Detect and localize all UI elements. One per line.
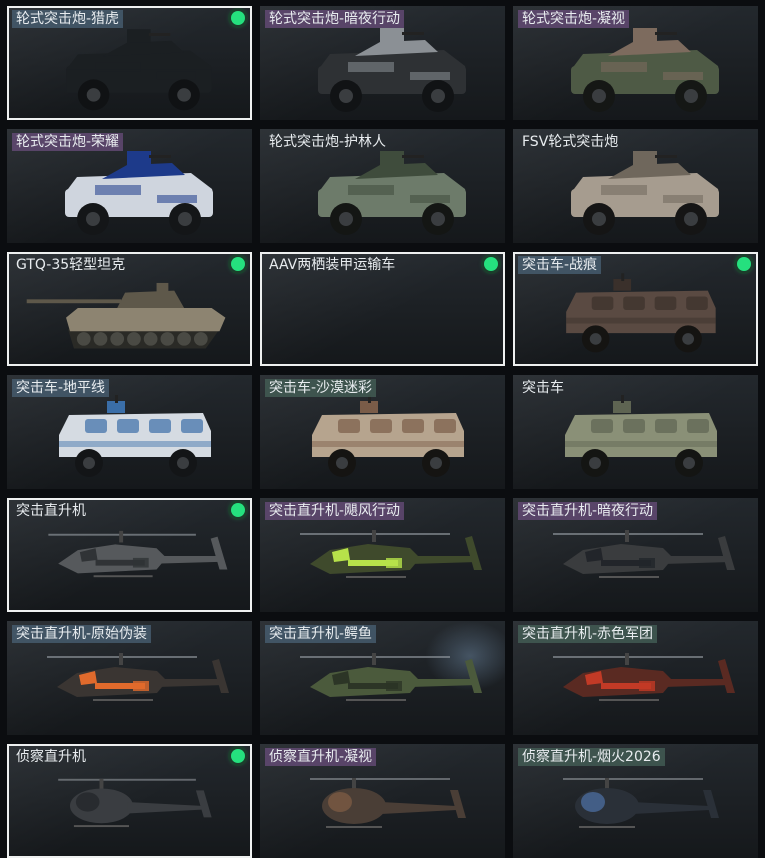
skin-name-label: GTQ-35轻型坦克 <box>16 257 126 273</box>
skin-name-label: 侦察直升机-凝视 <box>265 748 377 766</box>
skin-name-label: 侦察直升机-烟火2026 <box>518 748 665 766</box>
owned-indicator-icon <box>231 749 245 763</box>
skin-name-label: FSV轮式突击炮 <box>522 134 619 150</box>
vehicle-skin-card[interactable]: 轮式突击炮-荣耀 <box>7 129 252 243</box>
vehicle-skin-card[interactable]: 轮式突击炮-暗夜行动 <box>260 6 505 120</box>
owned-indicator-icon <box>231 11 245 25</box>
vehicle-skin-card[interactable]: 突击直升机-赤色军团 <box>513 621 758 735</box>
vehicle-skin-card[interactable]: 侦察直升机 <box>7 744 252 858</box>
skin-name-label: AAV两栖装甲运输车 <box>269 257 396 273</box>
vehicle-skin-card[interactable]: GTQ-35轻型坦克 <box>7 252 252 366</box>
vehicle-skin-card[interactable]: 突击直升机-暗夜行动 <box>513 498 758 612</box>
vehicle-skin-card[interactable]: 轮式突击炮-护林人 <box>260 129 505 243</box>
skin-name-label: 轮式突击炮-荣耀 <box>12 133 124 151</box>
vehicle-skin-card[interactable]: 突击车-沙漠迷彩 <box>260 375 505 489</box>
vehicle-skin-card[interactable]: FSV轮式突击炮 <box>513 129 758 243</box>
skin-name-label: 轮式突击炮-护林人 <box>269 134 387 150</box>
skin-name-label: 突击直升机-暗夜行动 <box>518 502 658 520</box>
skin-name-label: 突击直升机-原始伪装 <box>12 625 152 643</box>
skin-name-label: 突击车-沙漠迷彩 <box>265 379 377 397</box>
vehicle-skin-grid: 轮式突击炮-猎虎 轮式突击炮-暗夜行动 轮式突击炮-凝视轮式突击炮-荣耀 轮式突击炮-… <box>0 0 765 858</box>
vehicle-skin-card[interactable]: 突击直升机-飓风行动 <box>260 498 505 612</box>
vehicle-skin-card[interactable]: 突击直升机-原始伪装 <box>7 621 252 735</box>
skin-name-label: 突击直升机 <box>16 503 86 519</box>
skin-name-label: 突击车-战痕 <box>518 256 602 274</box>
owned-indicator-icon <box>231 503 245 517</box>
owned-indicator-icon <box>231 257 245 271</box>
skin-name-label: 突击直升机-赤色军团 <box>518 625 658 643</box>
skin-name-label: 轮式突击炮-猎虎 <box>12 10 124 28</box>
skin-name-label: 突击直升机-鳄鱼 <box>265 625 377 643</box>
vehicle-skin-card[interactable]: 突击车-战痕 <box>513 252 758 366</box>
vehicle-skin-card[interactable]: 侦察直升机-凝视 <box>260 744 505 858</box>
skin-name-label: 侦察直升机 <box>16 749 86 765</box>
skin-name-label: 轮式突击炮-暗夜行动 <box>265 10 405 28</box>
vehicle-skin-card[interactable]: 突击车-地平线 <box>7 375 252 489</box>
skin-name-label: 突击车 <box>522 380 564 396</box>
vehicle-skin-card[interactable]: 轮式突击炮-凝视 <box>513 6 758 120</box>
vehicle-skin-card[interactable]: 突击直升机 <box>7 498 252 612</box>
owned-indicator-icon <box>737 257 751 271</box>
owned-indicator-icon <box>484 257 498 271</box>
vehicle-skin-card[interactable]: 突击直升机-鳄鱼 <box>260 621 505 735</box>
vehicle-skin-card[interactable]: 轮式突击炮-猎虎 <box>7 6 252 120</box>
skin-name-label: 突击直升机-飓风行动 <box>265 502 405 520</box>
skin-name-label: 突击车-地平线 <box>12 379 110 397</box>
vehicle-skin-card[interactable]: 侦察直升机-烟火2026 <box>513 744 758 858</box>
skin-name-label: 轮式突击炮-凝视 <box>518 10 630 28</box>
vehicle-skin-card[interactable]: AAV两栖装甲运输车 <box>260 252 505 366</box>
vehicle-skin-card[interactable]: 突击车 <box>513 375 758 489</box>
